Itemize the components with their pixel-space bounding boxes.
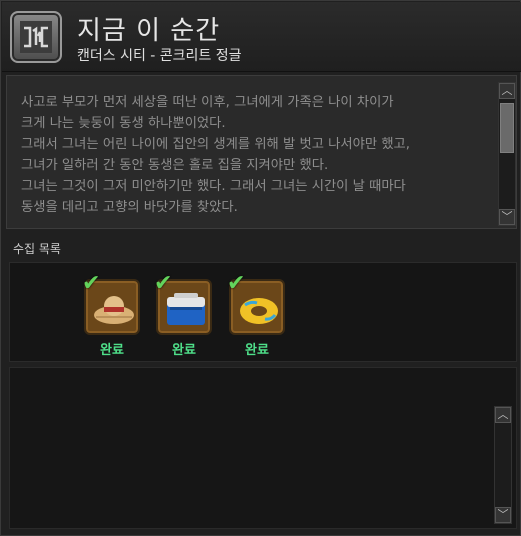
complete-status: 완료 <box>245 343 269 358</box>
complete-status: 완료 <box>100 343 124 358</box>
scroll-down-button[interactable]: ﹀ <box>499 209 515 225</box>
location-subtitle: 캔더스 시티 - 콘크리트 정글 <box>77 48 242 64</box>
collection-item[interactable]: ✔ 완료 <box>82 271 140 358</box>
item-slot[interactable]: ✔ <box>227 271 285 335</box>
story-text: 사고로 부모가 먼저 세상을 떠난 이후, 그녀에게 가족은 나이 차이가 크게… <box>21 92 491 218</box>
collection-item[interactable]: ✔ 완료 <box>227 271 285 358</box>
header: 지금 이 순간 캔더스 시티 - 콘크리트 정글 <box>2 2 521 72</box>
item-slot[interactable]: ✔ <box>154 271 212 335</box>
story-line: 크게 나는 늦둥이 동생 하나뿐이었다. <box>21 116 226 131</box>
collection-window: 지금 이 순간 캔더스 시티 - 콘크리트 정글 사고로 부모가 먼저 세상을 … <box>0 0 521 536</box>
story-panel: 사고로 부모가 먼저 세상을 떠난 이후, 그녀에게 가족은 나이 차이가 크게… <box>6 75 517 229</box>
story-line: 사고로 부모가 먼저 세상을 떠난 이후, 그녀에게 가족은 나이 차이가 <box>21 95 394 110</box>
story-line: 그녀가 일하러 간 동안 동생은 홀로 집을 지켜야만 했다. <box>21 158 329 173</box>
collection-label: 수집 목록 <box>13 242 61 256</box>
story-line: 그녀는 그것이 그저 미안하기만 했다. 그래서 그녀는 시간이 날 때마다 <box>21 179 406 194</box>
story-line: 동생을 데리고 고향의 바닷가를 찾았다. <box>21 200 238 215</box>
swim-ring-icon <box>240 298 278 324</box>
straw-hat-icon <box>94 296 134 324</box>
scroll-up-button[interactable]: ︿ <box>499 83 515 99</box>
story-scrollbar[interactable]: ︿ ﹀ <box>498 82 516 226</box>
collection-item[interactable]: ✔ 완료 <box>154 271 212 358</box>
cooler-box-icon <box>167 293 205 325</box>
page-title: 지금 이 순간 <box>77 16 221 46</box>
detail-panel: ︿ ﹀ <box>9 367 517 529</box>
scroll-thumb[interactable] <box>500 103 514 153</box>
scroll-up-button[interactable]: ︿ <box>495 407 511 423</box>
story-line: 그래서 그녀는 어린 나이에 집안의 생계를 위해 발 벗고 나서야만 했고, <box>21 137 411 152</box>
complete-status: 완료 <box>172 343 196 358</box>
scroll-down-button[interactable]: ﹀ <box>495 507 511 523</box>
item-slot[interactable]: ✔ <box>82 271 140 335</box>
detail-scrollbar[interactable]: ︿ ﹀ <box>494 406 512 524</box>
bracket-emblem-icon <box>10 11 62 63</box>
